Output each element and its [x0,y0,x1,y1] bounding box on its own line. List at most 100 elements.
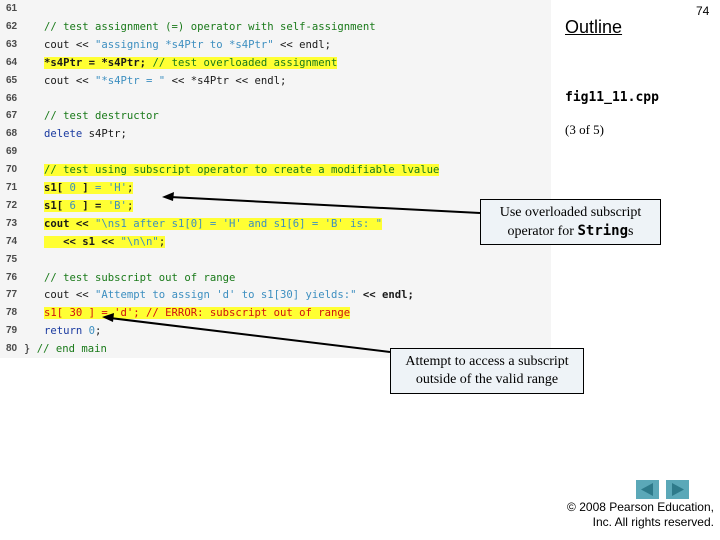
code-token: ] = [75,199,108,212]
code-token: ] [75,182,96,194]
line-number: 76 [6,271,18,283]
code-token: cout << [44,74,96,87]
page-of-label: (3 of 5) [565,122,604,137]
code-token: delete [44,128,83,141]
code-token: << *s4Ptr << endl; [165,74,287,87]
code-text: // test subscript out of range [44,269,235,287]
line-number: 67 [6,110,18,122]
code-line: 74 << s1 << "\n\n"; [0,233,551,251]
code-token: ; [158,235,166,248]
highlighted-code: << s1 << "\n\n"; [44,235,166,248]
code-text: // test assignment (=) operator with sel… [44,18,376,36]
code-token: "\n\n" [120,235,159,248]
previous-slide-button[interactable] [636,480,659,499]
line-number: 77 [6,289,18,301]
file-name-label: fig11_11.cpp [565,90,659,105]
code-line: 68 delete s4Ptr; [0,125,551,143]
callout-out-of-range: Attempt to access a subscript outside of… [390,348,584,394]
code-content: // test destructor [44,110,159,122]
code-token: } [24,343,37,356]
callout-line: operator for Strings [481,222,660,241]
code-token: << endl; [356,289,414,302]
code-line: 63 cout << "assigning *s4Ptr to *s4Ptr" <… [0,36,551,54]
code-token: cout << [44,38,96,51]
code-line: 72 s1[ 6 ] = 'B'; [0,197,551,215]
callout-text: operator for [507,224,578,239]
code-token: 0 [82,325,96,338]
code-token: << endl; [273,38,332,51]
code-token: "*s4Ptr = " [95,74,166,87]
code-line: 64 *s4Ptr = *s4Ptr; // test overloaded as… [0,54,551,72]
line-number: 71 [6,182,18,193]
callout-line: Use overloaded subscript [499,205,642,220]
code-line: 67 // test destructor [0,107,551,125]
line-number: 65 [6,74,18,86]
code-text: // test destructor [44,107,159,125]
highlighted-code: s1[ 6 ] = 'B'; [44,199,134,212]
line-number: 73 [6,217,18,229]
callout-line: outside of the valid range [415,372,559,387]
line-number: 74 [6,235,18,247]
highlighted-code: cout << "\ns1 after s1[0] = 'H' and s1[6… [44,217,383,230]
triangle-right-icon [672,483,684,496]
code-token: // test subscript out of range [44,271,236,284]
code-text: cout << "Attempt to assign 'd' to s1[30]… [44,286,414,304]
code-token: s4Ptr; [82,128,127,141]
code-line: 75 [0,251,551,269]
callout-code-term: String [577,223,629,239]
line-number: 69 [6,146,18,158]
code-token: ; [95,325,102,338]
code-text: } // end main [24,340,107,358]
code-line: 77 cout << "Attempt to assign 'd' to s1[3… [0,286,551,304]
callout-text: s [628,224,634,239]
code-token: // test assignment (=) operator with sel… [44,20,376,33]
code-token: s1[ [44,199,70,212]
code-token: "Attempt to assign 'd' to s1[30] yields:… [95,289,357,302]
code-line: 79 return 0; [0,322,551,340]
copyright-line: © 2008 Pearson Education, [567,500,714,514]
line-number: 64 [6,56,18,68]
line-number: 68 [6,128,18,140]
code-text: s1[ 30 ] = 'd'; // ERROR: subscript out … [44,304,351,322]
code-token: return [44,325,83,338]
code-content: cout << "Attempt to assign 'd' to s1[30]… [44,289,414,301]
code-text: s1[ 6 ] = 'B'; [44,197,134,215]
next-slide-button[interactable] [666,480,689,499]
line-number: 63 [6,38,18,50]
callout-line: Attempt to access a subscript [405,354,569,369]
outline-link[interactable]: Outline [565,17,622,38]
code-token: cout << [44,289,96,302]
code-content: cout << "*s4Ptr = " << *s4Ptr << endl; [44,75,286,87]
code-line: 78 s1[ 30 ] = 'd'; // ERROR: subscript ou… [0,304,551,322]
code-content: // test subscript out of range [44,272,235,284]
code-token: = [95,182,108,194]
code-text: return 0; [44,322,101,340]
code-token: cout << [44,217,96,230]
line-number: 61 [6,3,18,14]
code-token: // test destructor [44,110,159,123]
code-token: *s4Ptr = *s4Ptr; [44,56,153,69]
highlighted-code: *s4Ptr = *s4Ptr; // test overloaded assi… [44,56,338,69]
code-content: cout << "assigning *s4Ptr to *s4Ptr" << … [44,39,331,51]
callout-overloaded-subscript: Use overloaded subscript operator for St… [480,199,661,245]
code-line: 61 [0,0,551,18]
code-text: cout << "assigning *s4Ptr to *s4Ptr" << … [44,36,331,54]
code-text: cout << "*s4Ptr = " << *s4Ptr << endl; [44,72,286,90]
highlighted-code: // test using subscript operator to crea… [44,164,440,177]
code-line: 66 [0,90,551,108]
code-line: 76 // test subscript out of range [0,269,551,287]
code-line: 65 cout << "*s4Ptr = " << *s4Ptr << endl; [0,72,551,90]
slide-page-number: 74 [696,4,710,18]
code-listing-panel: 61 62 // test assignment (=) operator with… [0,0,551,358]
code-token: 'B' [107,199,127,212]
code-content: // test assignment (=) operator with sel… [44,21,376,33]
code-content: } // end main [24,343,107,355]
code-token: ; [126,199,134,212]
code-text: s1[ 0 ] = 'H'; [44,179,134,197]
line-number: 62 [6,20,18,32]
code-text: cout << "\ns1 after s1[0] = 'H' and s1[6… [44,215,383,233]
line-number: 72 [6,199,18,211]
highlighted-code: s1[ 30 ] = 'd'; // ERROR: subscript out … [44,307,351,320]
triangle-left-icon [641,483,653,496]
code-text: *s4Ptr = *s4Ptr; // test overloaded assi… [44,54,338,72]
